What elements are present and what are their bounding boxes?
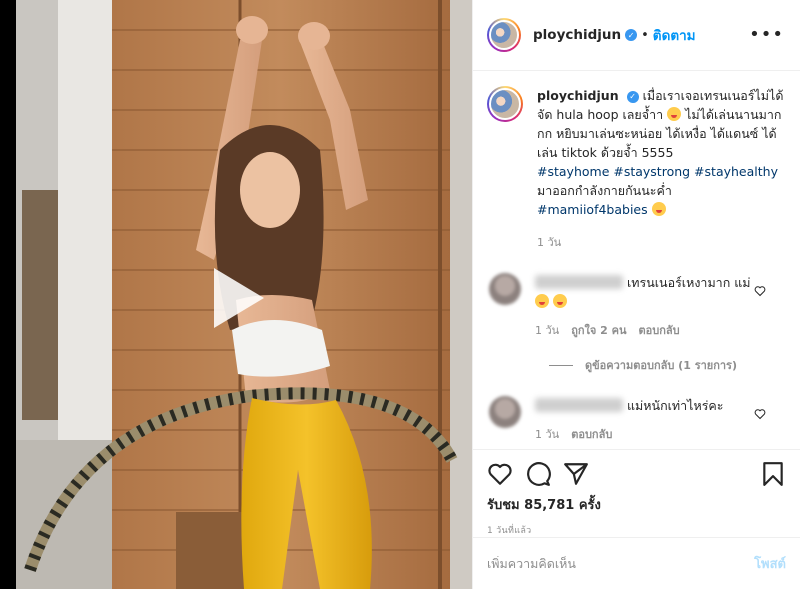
view-count[interactable]: รับชม 85,781 ครั้ง xyxy=(487,494,786,515)
instagram-post: ploychidjun ✓ • ติดตาม ••• ploychidjun ✓… xyxy=(0,0,800,589)
caption-text-3: มาออกกำลังกายกันนะค่ำ xyxy=(537,183,672,198)
follow-button[interactable]: ติดตาม xyxy=(653,24,696,46)
verified-icon: ✓ xyxy=(626,90,639,103)
reply-button[interactable]: ตอบกลับ xyxy=(639,321,680,340)
comment-item: เทรนเนอร์เหงามาก แม่ 1 วัน ถูกใจ 2 คน ตอ… xyxy=(487,273,786,340)
post-side-panel: ploychidjun ✓ • ติดตาม ••• ploychidjun ✓… xyxy=(472,0,800,589)
emoji-icon xyxy=(535,294,549,308)
emoji-icon xyxy=(552,294,567,308)
caption-avatar[interactable] xyxy=(487,86,523,122)
comments-list[interactable]: ploychidjun ✓ เมื่อเราเจอเทรนเนอร์ไม่ได้… xyxy=(473,72,800,450)
comment-text: แม่หนักเท่าไหร่คะ xyxy=(627,398,724,413)
header-username[interactable]: ploychidjun xyxy=(533,27,621,43)
bookmark-icon[interactable] xyxy=(760,461,786,487)
post-header: ploychidjun ✓ • ติดตาม ••• xyxy=(473,0,800,71)
separator-dot: • xyxy=(641,27,649,43)
comment-meta: 1 วัน ตอบกลับ xyxy=(535,425,755,444)
add-comment-form: โพสต์ xyxy=(473,537,800,589)
share-icon[interactable] xyxy=(563,461,589,487)
comment-time: 1 วัน xyxy=(535,324,560,337)
divider-line xyxy=(549,364,573,366)
comment-input[interactable] xyxy=(487,556,755,571)
emoji-icon xyxy=(667,107,682,121)
commenter-username[interactable] xyxy=(535,275,623,289)
reply-button[interactable]: ตอบกลับ xyxy=(571,425,612,444)
comment-avatar[interactable] xyxy=(489,273,521,305)
caption-time: 1 วัน xyxy=(537,236,562,249)
view-replies-button[interactable]: ดูข้อความตอบกลับ (1 รายการ) xyxy=(549,356,786,374)
heart-icon[interactable] xyxy=(487,461,513,487)
comment-text: เทรนเนอร์เหงามาก แม่ xyxy=(627,275,751,290)
comment-meta: 1 วัน ถูกใจ 2 คน ตอบกลับ xyxy=(535,321,755,340)
heart-icon[interactable] xyxy=(754,285,766,297)
comment-icon[interactable] xyxy=(525,461,551,487)
caption-text: ploychidjun ✓ เมื่อเราเจอเทรนเนอร์ไม่ได้… xyxy=(537,86,786,219)
verified-icon: ✓ xyxy=(625,29,638,41)
caption: ploychidjun ✓ เมื่อเราเจอเทรนเนอร์ไม่ได้… xyxy=(487,86,786,219)
comment-avatar[interactable] xyxy=(489,396,521,428)
play-button[interactable] xyxy=(196,258,276,338)
comment-time: 1 วัน xyxy=(535,428,560,441)
post-comment-button[interactable]: โพสต์ xyxy=(754,553,786,574)
commenter-username[interactable] xyxy=(535,398,623,412)
play-icon xyxy=(214,268,264,328)
comment-likes[interactable]: ถูกใจ 2 คน xyxy=(571,321,626,340)
post-actions: รับชม 85,781 ครั้ง 1 วันที่แล้ว xyxy=(473,449,800,537)
hashtags-line[interactable]: #stayhome #staystrong #stayhealthy xyxy=(537,162,786,181)
avatar[interactable] xyxy=(487,18,521,52)
hashtag-last[interactable]: #mamiiof4babies xyxy=(537,202,648,217)
heart-icon[interactable] xyxy=(754,408,766,420)
caption-username[interactable]: ploychidjun xyxy=(537,88,619,103)
video-player[interactable] xyxy=(0,0,472,589)
action-icons xyxy=(487,450,786,498)
comment-item: แม่หนักเท่าไหร่คะ 1 วัน ตอบกลับ xyxy=(487,396,786,444)
emoji-icon xyxy=(651,202,666,216)
more-icon[interactable]: ••• xyxy=(749,24,784,45)
posted-time[interactable]: 1 วันที่แล้ว xyxy=(487,523,786,537)
